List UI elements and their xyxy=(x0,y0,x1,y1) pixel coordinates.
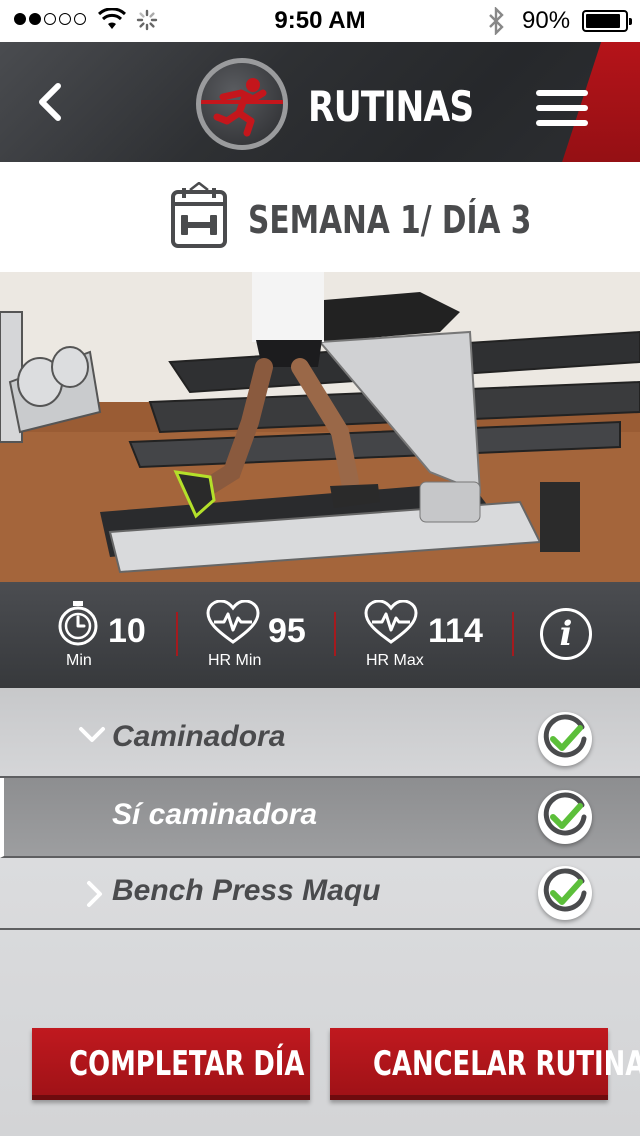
exercise-row-si-caminadora[interactable]: Sí caminadora xyxy=(0,778,640,858)
stat-divider xyxy=(512,612,514,656)
check-complete-icon[interactable] xyxy=(538,866,592,920)
chevron-right-icon[interactable] xyxy=(86,880,104,908)
stat-hr-max-caption: HR Max xyxy=(366,652,424,669)
exercise-row-bench-press[interactable]: Bench Press Maqu xyxy=(0,858,640,930)
calendar-dumbbell-icon xyxy=(171,182,227,248)
treadmill-image xyxy=(0,272,640,582)
back-chevron-icon[interactable] xyxy=(34,82,64,122)
stat-time-value: 10 xyxy=(108,612,146,650)
exercise-name: Sí caminadora xyxy=(112,798,318,831)
runner-icon xyxy=(213,78,267,137)
treadmill-photo xyxy=(0,272,640,582)
stat-divider xyxy=(334,612,336,656)
complete-day-label: COMPLETAR DÍA xyxy=(69,1044,305,1084)
check-complete-icon[interactable] xyxy=(538,712,592,766)
complete-day-button[interactable]: COMPLETAR DÍA xyxy=(32,1028,310,1100)
status-bar: 9:50 AM 90% xyxy=(0,0,640,42)
stat-time-caption: Min xyxy=(66,652,92,669)
cancel-routine-button[interactable]: CANCELAR RUTINA xyxy=(330,1028,640,1100)
page-title: RUTINAS xyxy=(308,82,474,131)
exercise-name: Bench Press Maqu xyxy=(112,874,381,907)
exercise-name: Caminadora xyxy=(112,720,286,753)
workout-stats-bar: 10 Min 95 HR Min 114 HR Max i xyxy=(0,582,640,688)
chevron-down-icon[interactable] xyxy=(78,726,106,744)
info-icon[interactable]: i xyxy=(540,608,592,660)
battery-percent: 90% xyxy=(522,7,571,34)
battery-icon xyxy=(582,10,632,32)
stat-hr-min-caption: HR Min xyxy=(208,652,262,669)
bluetooth-icon xyxy=(489,7,504,35)
heart-rate-icon xyxy=(364,600,418,644)
exercise-row-caminadora[interactable]: Caminadora xyxy=(0,688,640,778)
cancel-routine-label: CANCELAR RUTINA xyxy=(372,1044,640,1084)
stat-hr-min-value: 95 xyxy=(268,612,306,650)
week-day-bar: SEMANA 1/ DÍA 3 xyxy=(0,162,640,272)
stat-divider xyxy=(176,612,178,656)
heart-rate-icon xyxy=(206,600,260,644)
app-header: RUTINAS xyxy=(0,42,640,162)
hamburger-menu-icon[interactable] xyxy=(536,90,588,135)
battery-fill xyxy=(586,14,621,28)
runner-logo xyxy=(196,58,288,150)
stat-hr-max-value: 114 xyxy=(428,612,483,650)
check-complete-icon[interactable] xyxy=(538,790,592,844)
week-day-label: SEMANA 1/ DÍA 3 xyxy=(248,198,532,242)
stopwatch-icon xyxy=(58,601,98,646)
